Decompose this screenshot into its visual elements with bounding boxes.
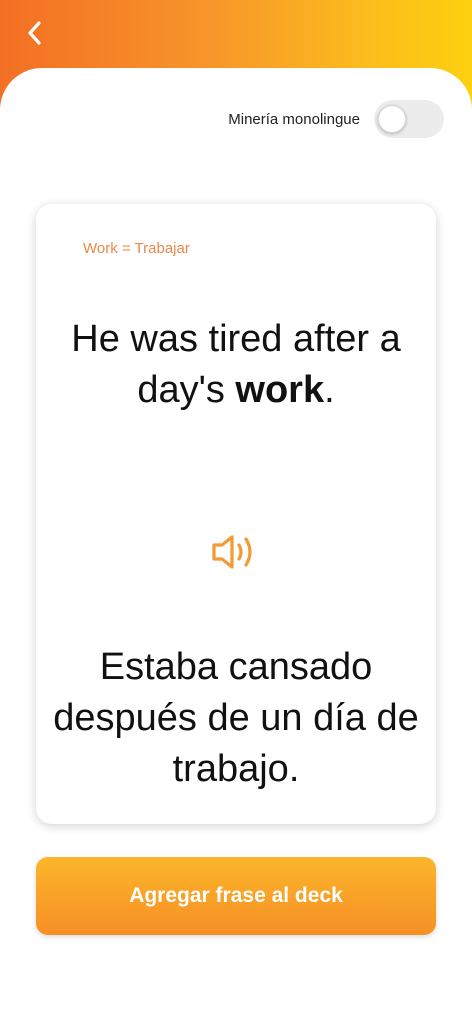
toggle-knob bbox=[378, 105, 406, 133]
toggle-label: Minería monolingue bbox=[228, 110, 360, 128]
english-sentence-end: . bbox=[324, 369, 335, 411]
english-sentence: He was tired after a day's work. bbox=[36, 314, 436, 416]
monolingual-toggle-row: Minería monolingue bbox=[228, 100, 444, 138]
speaker-icon bbox=[212, 535, 252, 569]
back-button[interactable] bbox=[18, 16, 52, 50]
monolingual-toggle[interactable] bbox=[374, 100, 444, 138]
add-phrase-to-deck-button[interactable]: Agregar frase al deck bbox=[36, 857, 436, 935]
play-audio-button[interactable] bbox=[208, 530, 264, 574]
flashcard: Work = Trabajar He was tired after a day… bbox=[36, 204, 436, 824]
chevron-left-icon bbox=[28, 21, 41, 45]
word-translation-hint: Work = Trabajar bbox=[83, 240, 190, 257]
spanish-sentence: Estaba cansado después de un día de trab… bbox=[53, 646, 419, 790]
highlighted-word: work bbox=[235, 369, 325, 411]
